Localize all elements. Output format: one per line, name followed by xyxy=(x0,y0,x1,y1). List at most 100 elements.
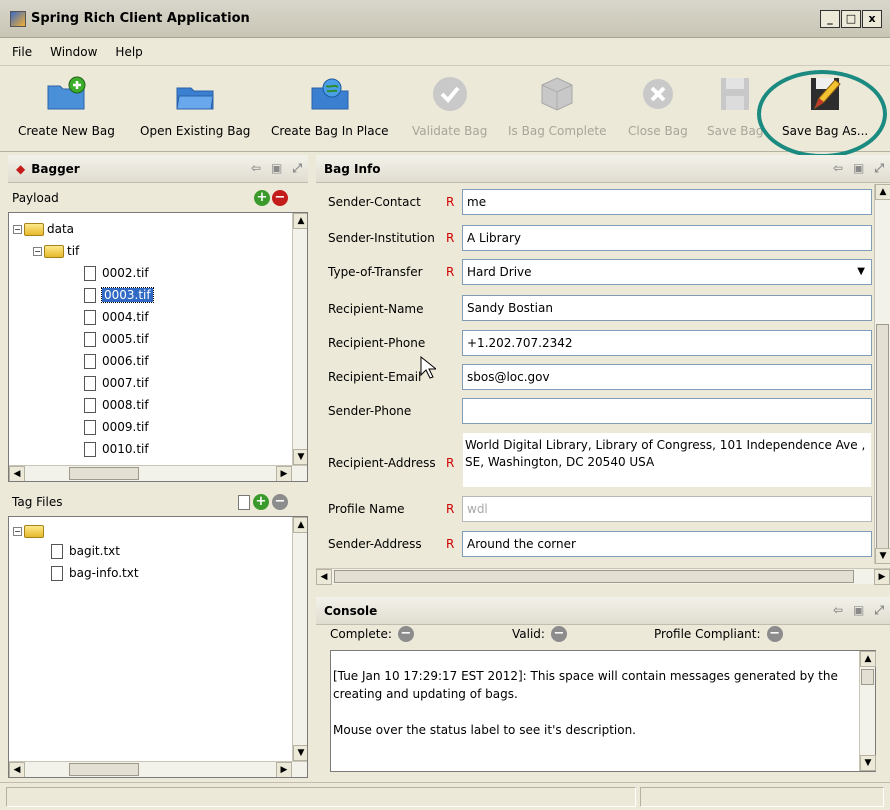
menu-file[interactable]: File xyxy=(12,45,32,59)
restore-icon[interactable]: ▣ xyxy=(853,603,864,618)
folder-icon xyxy=(44,244,64,258)
collapse-icon[interactable]: − xyxy=(13,224,22,234)
list-item-selected[interactable]: 0003.tif xyxy=(84,285,154,305)
scroll-up-icon[interactable]: ▲ xyxy=(875,184,890,200)
pin-icon[interactable]: ⇦ xyxy=(833,603,843,618)
recipient-name-field[interactable]: Sandy Bostian xyxy=(462,295,872,321)
type-of-transfer-select[interactable]: Hard Drive ▼ xyxy=(462,259,872,285)
maximize-icon[interactable]: ⤢ xyxy=(874,161,884,176)
tag-files-hscroll[interactable]: ◀ ▶ xyxy=(9,761,307,777)
chevron-down-icon[interactable]: ▼ xyxy=(857,266,865,277)
scroll-down-icon[interactable]: ▼ xyxy=(293,745,307,761)
collapse-icon[interactable]: − xyxy=(13,526,22,536)
window-title: Spring Rich Client Application xyxy=(31,11,250,26)
is-bag-complete-button[interactable]: Is Bag Complete xyxy=(508,74,606,138)
scroll-right-icon[interactable]: ▶ xyxy=(276,762,292,777)
list-item[interactable]: 0007.tif xyxy=(84,373,149,393)
bag-info-vscroll[interactable]: ▲ ▼ xyxy=(874,184,890,564)
scroll-thumb[interactable] xyxy=(69,763,139,776)
bag-info-hscroll[interactable]: ◀ ▶ xyxy=(316,568,890,585)
open-existing-bag-button[interactable]: Open Existing Bag xyxy=(140,74,250,138)
payload-vscroll[interactable]: ▲ ▼ xyxy=(292,213,307,465)
restore-icon[interactable]: ▣ xyxy=(271,161,282,176)
list-item[interactable]: 0010.tif xyxy=(84,439,149,459)
list-item[interactable]: 0005.tif xyxy=(84,329,149,349)
list-item[interactable]: 0002.tif xyxy=(84,263,149,283)
add-tag-file-icon[interactable]: + xyxy=(253,494,269,510)
close-window-button[interactable]: x xyxy=(862,10,882,28)
status-complete[interactable]: Complete: − xyxy=(330,626,414,642)
restore-icon[interactable]: ▣ xyxy=(853,161,864,176)
scroll-right-icon[interactable]: ▶ xyxy=(276,466,292,481)
console-log[interactable]: [Tue Jan 10 17:29:17 EST 2012]: This spa… xyxy=(330,650,876,772)
list-item[interactable]: bagit.txt xyxy=(51,541,120,561)
save-bag-as-button[interactable]: Save Bag As... xyxy=(782,74,868,138)
recipient-phone-label: Recipient-Phone xyxy=(328,336,426,350)
console-vscroll[interactable]: ▲ ▼ xyxy=(859,651,876,771)
scroll-thumb[interactable] xyxy=(876,324,889,550)
payload-hscroll[interactable]: ◀ ▶ xyxy=(9,465,307,481)
bag-info-viewport: Sender-Contact R me Sender-Institution R… xyxy=(316,184,874,564)
scroll-up-icon[interactable]: ▲ xyxy=(860,651,876,667)
close-bag-button[interactable]: Close Bag xyxy=(628,74,688,138)
file-icon xyxy=(84,353,96,369)
list-item[interactable]: 0008.tif xyxy=(84,395,149,415)
recipient-address-textarea[interactable]: World Digital Library, Library of Congre… xyxy=(462,432,872,488)
sender-phone-field[interactable] xyxy=(462,398,872,424)
add-payload-icon[interactable]: + xyxy=(254,190,270,206)
file-icon xyxy=(51,565,63,581)
file-icon xyxy=(51,543,63,559)
pin-icon[interactable]: ⇦ xyxy=(833,161,843,176)
scroll-down-icon[interactable]: ▼ xyxy=(293,449,307,465)
create-new-bag-button[interactable]: Create New Bag xyxy=(18,74,115,138)
save-bag-button[interactable]: Save Bag xyxy=(707,74,763,138)
menu-window[interactable]: Window xyxy=(50,45,97,59)
new-file-icon[interactable] xyxy=(238,494,250,510)
status-neutral-icon: − xyxy=(397,626,414,642)
file-icon xyxy=(84,331,96,347)
menu-help[interactable]: Help xyxy=(115,45,142,59)
remove-payload-icon[interactable]: − xyxy=(272,190,288,206)
status-valid[interactable]: Valid: − xyxy=(512,626,567,642)
folder-icon xyxy=(24,524,44,538)
create-bag-in-place-button[interactable]: Create Bag In Place xyxy=(271,74,389,138)
maximize-button[interactable]: □ xyxy=(841,10,861,28)
list-item[interactable]: bag-info.txt xyxy=(51,563,139,583)
recipient-address-label: Recipient-Address xyxy=(328,456,436,470)
sender-institution-field[interactable]: A Library xyxy=(462,225,872,251)
tree-node-root[interactable]: − xyxy=(13,521,47,541)
tag-files-tree: − bagit.txt bag-info.txt ▲ ▼ ◀ ▶ xyxy=(8,516,308,778)
list-item[interactable]: 0004.tif xyxy=(84,307,149,327)
tag-files-vscroll[interactable]: ▲ ▼ xyxy=(292,517,307,761)
recipient-email-field[interactable]: sbos@loc.gov xyxy=(462,364,872,390)
close-circle-icon xyxy=(638,74,678,114)
scroll-left-icon[interactable]: ◀ xyxy=(9,466,25,481)
tree-node-data[interactable]: − data xyxy=(13,219,74,239)
list-item[interactable]: 0009.tif xyxy=(84,417,149,437)
validate-bag-button[interactable]: Validate Bag xyxy=(412,74,487,138)
scroll-down-icon[interactable]: ▼ xyxy=(860,755,876,771)
scroll-up-icon[interactable]: ▲ xyxy=(293,213,307,229)
scroll-left-icon[interactable]: ◀ xyxy=(316,569,332,585)
scroll-thumb[interactable] xyxy=(334,570,854,583)
remove-tag-file-icon[interactable]: − xyxy=(272,494,288,510)
scroll-down-icon[interactable]: ▼ xyxy=(875,548,890,564)
payload-tree: − data − tif 0002.tif 0003.tif 0004.tif … xyxy=(8,212,308,482)
collapse-icon[interactable]: − xyxy=(33,246,42,256)
pin-icon[interactable]: ⇦ xyxy=(251,161,261,176)
status-profile-compliant[interactable]: Profile Compliant: − xyxy=(654,626,783,642)
minimize-button[interactable]: _ xyxy=(820,10,840,28)
recipient-phone-field[interactable]: +1.202.707.2342 xyxy=(462,330,872,356)
sender-address-field[interactable]: Around the corner xyxy=(462,531,872,557)
maximize-icon[interactable]: ⤢ xyxy=(292,161,302,176)
payload-label: Payload xyxy=(12,191,59,205)
maximize-icon[interactable]: ⤢ xyxy=(874,603,884,618)
scroll-thumb[interactable] xyxy=(69,467,139,480)
tree-node-tif[interactable]: − tif xyxy=(33,241,79,261)
scroll-up-icon[interactable]: ▲ xyxy=(293,517,307,533)
sender-contact-field[interactable]: me xyxy=(462,189,872,215)
scroll-thumb[interactable] xyxy=(861,669,874,685)
list-item[interactable]: 0006.tif xyxy=(84,351,149,371)
scroll-right-icon[interactable]: ▶ xyxy=(874,569,890,585)
scroll-left-icon[interactable]: ◀ xyxy=(9,762,25,777)
